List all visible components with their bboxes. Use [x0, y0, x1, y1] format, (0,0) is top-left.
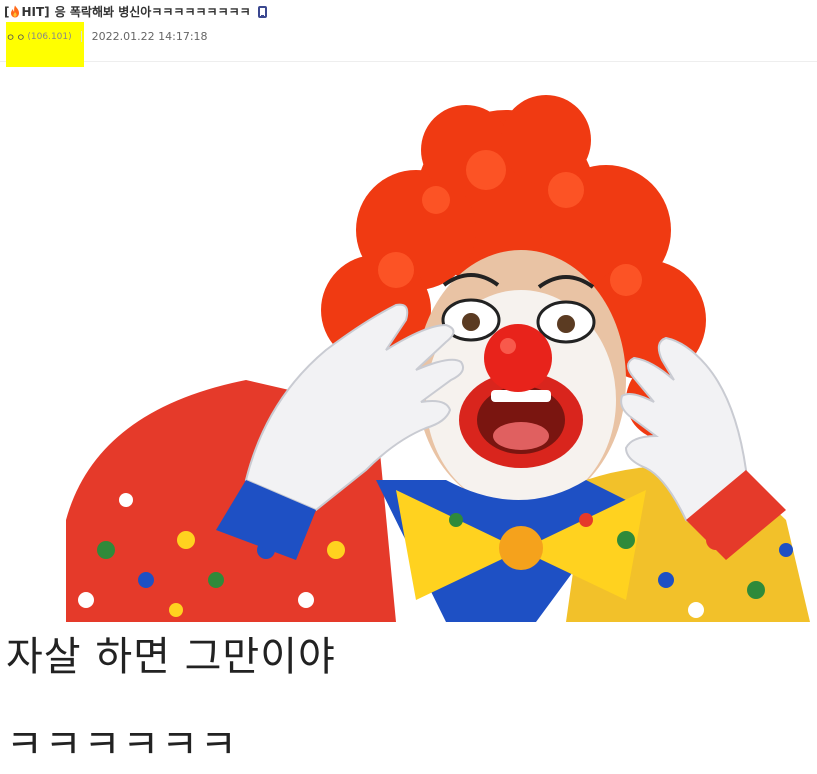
- writer-ip: (106.101): [27, 31, 72, 42]
- flame-icon: [11, 5, 20, 18]
- post-date: 2022.01.22 14:17:18: [91, 30, 208, 43]
- post-header: [ HIT] 응 폭락해봐 병신아ㅋㅋㅋㅋㅋㅋㅋㅋㅋ ㅇㅇ (106.101) …: [0, 0, 817, 67]
- body-line-1: 자살 하면 그만이야: [6, 634, 336, 680]
- hit-open-bracket: [: [4, 4, 10, 19]
- hit-label: HIT]: [21, 4, 50, 19]
- writer-nick: ㅇㅇ: [6, 33, 27, 44]
- writer-info[interactable]: ㅇㅇ (106.101): [6, 29, 72, 45]
- mobile-icon: [257, 5, 267, 18]
- clown-image: [66, 95, 810, 622]
- clown-nose: [484, 324, 552, 392]
- title-text: 응 폭락해봐 병신아ㅋㅋㅋㅋㅋㅋㅋㅋㅋ: [54, 5, 251, 19]
- hit-tag: [ HIT]: [4, 5, 50, 19]
- post-meta: ㅇㅇ (106.101) 2022.01.22 14:17:18: [6, 29, 208, 44]
- body-line-2: ㅋㅋㅋㅋㅋㅋ: [6, 722, 239, 768]
- meta-divider: [80, 31, 82, 42]
- post-title[interactable]: [ HIT] 응 폭락해봐 병신아ㅋㅋㅋㅋㅋㅋㅋㅋㅋ: [4, 3, 267, 20]
